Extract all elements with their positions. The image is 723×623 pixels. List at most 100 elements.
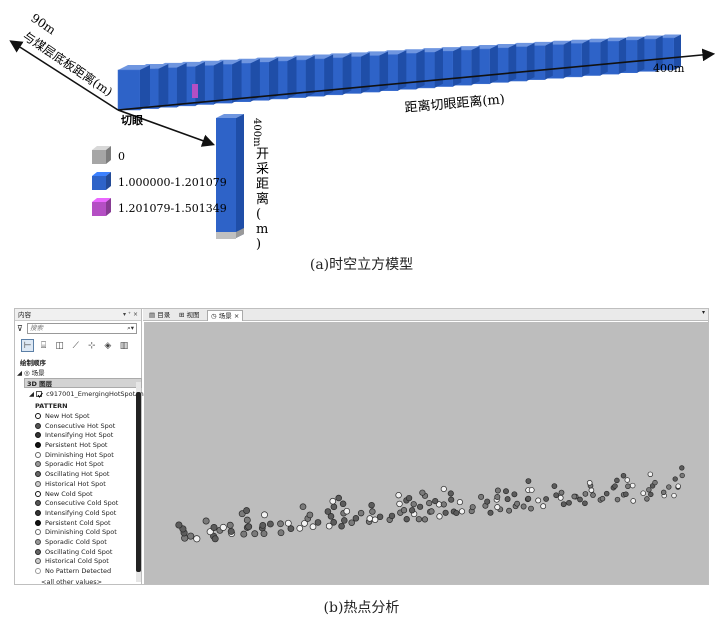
- hotspot-point: [494, 494, 501, 500]
- hotspot-point: [644, 496, 650, 502]
- pattern-legend-item: Oscillating Hot Spot: [15, 470, 141, 480]
- hotspot-point: [388, 512, 396, 520]
- hotspot-point: [261, 511, 268, 519]
- hotspot-point: [436, 513, 443, 520]
- hotspot-point: [341, 517, 348, 524]
- 3d-layers-node[interactable]: 3D 图层: [24, 378, 142, 388]
- hotspot-point: [630, 498, 636, 504]
- space-time-cube-figure: 90m 与煤层底板距离(m) 400m 距离切眼距离(m) 切眼 400m 开采…: [9, 11, 716, 252]
- hotspot-point: [487, 509, 494, 516]
- hotspot-point: [666, 484, 672, 490]
- hotspot-point: [211, 535, 219, 543]
- hotspot-point: [614, 496, 621, 503]
- hotspot-layer[interactable]: ◢ c917001_EmergingHotSpotAnaly: [15, 389, 153, 399]
- hotspot-point: [240, 530, 248, 538]
- tab-catalog[interactable]: ▤ 目录: [146, 310, 173, 321]
- hotspot-point: [448, 496, 455, 503]
- drawing-order-heading: 绘制顺序: [20, 359, 46, 367]
- search-icon[interactable]: ⌕▾: [127, 324, 134, 333]
- hotspot-point: [599, 495, 606, 502]
- contents-scrollbar[interactable]: [136, 382, 141, 582]
- axis-left: [9, 40, 119, 111]
- pattern-symbol-icon: [35, 558, 41, 565]
- tab-menu-icon[interactable]: ▾: [702, 309, 705, 316]
- hotspot-point: [403, 516, 410, 523]
- hotspot-point: [540, 503, 547, 510]
- hotspot-point: [453, 509, 460, 517]
- hotspot-point: [494, 487, 501, 494]
- hotspot-point: [603, 490, 610, 497]
- charts-icon[interactable]: ▥: [117, 340, 130, 353]
- hotspot-point: [210, 523, 218, 532]
- pattern-legend-item: Diminishing Cold Spot: [15, 528, 141, 538]
- hotspot-point: [571, 493, 578, 500]
- hotspot-point: [503, 488, 509, 495]
- hotspot-point: [226, 521, 234, 529]
- filter-icon[interactable]: ⊽: [17, 324, 23, 333]
- hotspot-point: [551, 483, 558, 489]
- hotspot-point: [525, 495, 532, 502]
- hotspot-point: [419, 489, 426, 496]
- hotspot-point: [227, 527, 235, 535]
- pattern-label: Sporadic Cold Spot: [45, 537, 107, 546]
- pattern-symbol-icon: [35, 500, 41, 507]
- hotspot-point: [376, 513, 384, 520]
- expand-arrow-icon[interactable]: ◢: [29, 390, 34, 398]
- tab-scene[interactable]: ◷ 场景 ×: [207, 310, 244, 321]
- hotspot-point: [260, 530, 268, 538]
- hotspot-point: [440, 485, 447, 493]
- cube: [117, 65, 150, 111]
- hotspot-point: [661, 489, 667, 495]
- pattern-legend-item: Consecutive Hot Spot: [15, 422, 141, 432]
- hotspot-point: [620, 472, 627, 479]
- hotspot-point: [277, 529, 285, 537]
- pane-controls[interactable]: ▾ ⁺ ×: [123, 309, 138, 321]
- pattern-legend-item: Persistent Cold Spot: [15, 519, 141, 529]
- expand-arrow-icon[interactable]: ◢: [17, 368, 22, 378]
- editing-icon[interactable]: ⟋: [69, 340, 82, 353]
- snapping-icon[interactable]: ⊹: [85, 340, 98, 353]
- scene-node[interactable]: ◢ ◎ 场景: [15, 368, 141, 378]
- contents-pane-header: 内容 ▾ ⁺ ×: [15, 309, 141, 321]
- labeling-icon[interactable]: ◈: [101, 340, 114, 353]
- hotspot-point: [193, 535, 201, 543]
- layer-visibility-checkbox[interactable]: [36, 391, 43, 398]
- pattern-symbol-icon: [35, 548, 41, 555]
- hotspot-point: [343, 507, 351, 515]
- pattern-symbol-icon: [35, 471, 41, 478]
- pattern-legend-item: Sporadic Cold Spot: [15, 538, 141, 548]
- hotspot-point: [504, 496, 511, 503]
- view-icon: ⊞: [179, 311, 187, 319]
- tab-view[interactable]: ⊞ 视图: [176, 310, 203, 321]
- pattern-legend-item: Intensifying Hot Spot: [15, 431, 141, 441]
- hotspot-point: [187, 532, 195, 540]
- pattern-label: Intensifying Cold Spot: [45, 508, 117, 517]
- legend-item: 0: [92, 146, 125, 164]
- scroll-thumb[interactable]: [136, 392, 141, 572]
- drawing-order-icon[interactable]: ⊢: [21, 339, 34, 352]
- hotspot-point: [251, 530, 259, 538]
- close-icon[interactable]: ×: [234, 312, 239, 320]
- data-source-icon[interactable]: ⌸: [37, 340, 50, 353]
- hotspot-point: [335, 494, 342, 502]
- hotspot-point: [410, 501, 417, 508]
- pattern-label: No Pattern Detected: [45, 567, 112, 575]
- legend-label: 1.201079-1.501349: [118, 202, 227, 215]
- hotspot-point: [528, 487, 535, 493]
- hotspot-point: [528, 505, 534, 512]
- search-input[interactable]: 搜索 ⌕▾: [27, 323, 137, 334]
- contents-pane: 内容 ▾ ⁺ × ⊽ 搜索 ⌕▾ ⊢ ⌸ ◫ ⟋ ⊹ ◈ ▥ 绘制顺序 ◢ ◎ 场景…: [15, 309, 153, 586]
- hotspot-point: [646, 487, 652, 493]
- hotspot-point: [588, 487, 595, 494]
- pattern-legend-item: Consecutive Cold Spot: [15, 499, 141, 509]
- 3d-scene-view[interactable]: [144, 322, 708, 584]
- hotspot-point: [525, 478, 532, 485]
- selection-icon[interactable]: ◫: [53, 340, 66, 353]
- globe-icon: ◷: [211, 312, 219, 320]
- pattern-label: Consecutive Hot Spot: [45, 421, 116, 430]
- hotspot-point: [219, 523, 227, 531]
- contents-pane-title: 内容: [18, 311, 31, 319]
- hotspot-point: [357, 509, 365, 517]
- hotspot-point: [675, 483, 681, 489]
- legend-label: 1.000000-1.201079: [118, 176, 227, 189]
